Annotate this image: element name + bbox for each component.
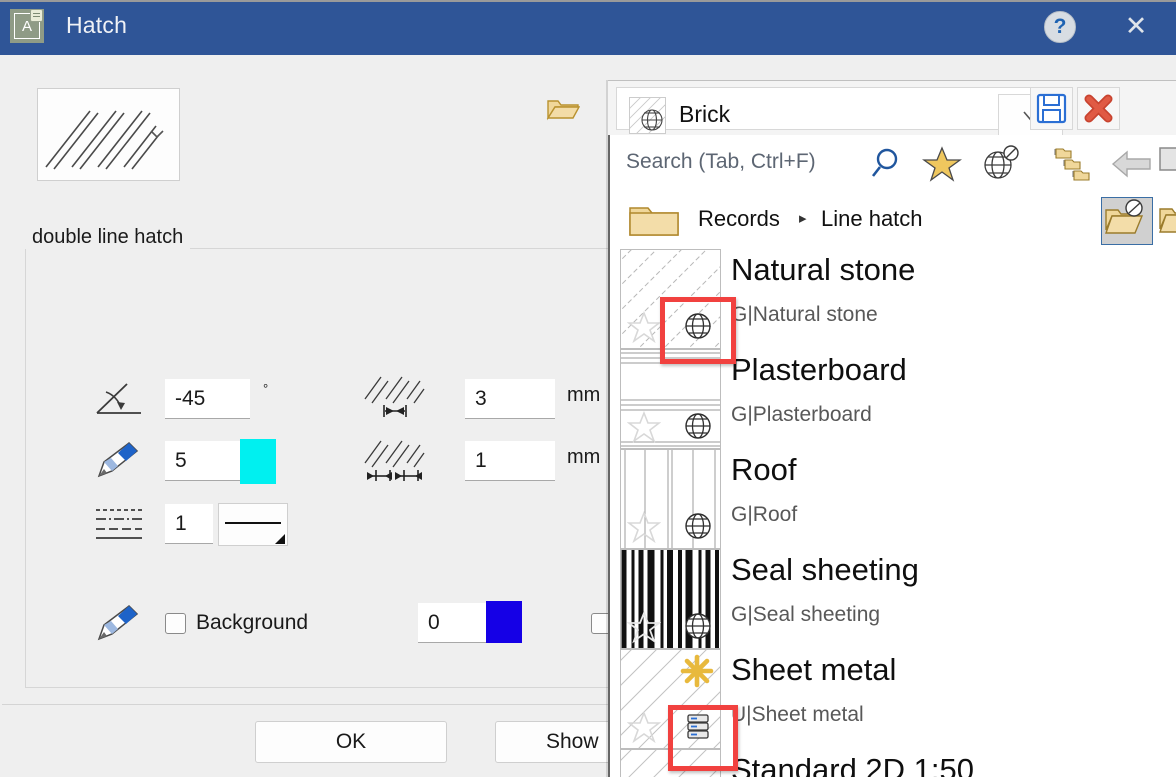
page-title: Hatch xyxy=(66,12,127,39)
search-icon[interactable] xyxy=(868,144,908,182)
record-thumbnail xyxy=(620,749,721,777)
record-thumbnail xyxy=(620,649,721,749)
record-name-field[interactable]: Brick xyxy=(616,87,1062,130)
star-outline-icon xyxy=(627,710,661,744)
record-subtitle: G|Roof xyxy=(731,503,797,527)
save-button[interactable] xyxy=(1030,87,1073,130)
pattern-dropdown-chevron-down-icon[interactable] xyxy=(147,124,167,144)
app-icon-badge xyxy=(30,9,43,22)
records-selector-panel: Brick xyxy=(608,80,1176,777)
window-titlebar: A Hatch ? ✕ xyxy=(0,0,1176,55)
red-x-delete-icon xyxy=(1078,88,1119,129)
angle-unit-label: ° xyxy=(263,381,268,396)
app-document-icon: A xyxy=(10,9,44,43)
breadcrumb-item-records[interactable]: Records xyxy=(698,206,780,232)
record-title: Seal sheeting xyxy=(731,552,919,588)
hatch-offset-icon xyxy=(362,437,432,489)
angle-icon xyxy=(93,378,145,420)
line-style-dropdown[interactable] xyxy=(218,503,288,546)
list-item[interactable]: Natural stone G|Natural stone xyxy=(610,249,1176,349)
favorites-star-icon[interactable] xyxy=(922,144,962,182)
overlay-search-row: Search (Tab, Ctrl+F) xyxy=(608,135,1176,189)
back-button[interactable] xyxy=(1108,144,1156,182)
spacing-unit-label: mm xyxy=(567,384,600,407)
asterisk-new-icon xyxy=(680,654,714,688)
forward-button-cutoff[interactable] xyxy=(1158,144,1176,182)
record-thumbnail xyxy=(620,549,721,649)
record-subtitle: U|Sheet metal xyxy=(731,703,864,727)
list-item[interactable]: Seal sheeting G|Seal sheeting xyxy=(610,549,1176,649)
search-input[interactable]: Search (Tab, Ctrl+F) xyxy=(626,150,816,174)
line-type-number-input[interactable] xyxy=(165,504,213,544)
record-title: Natural stone xyxy=(731,252,915,288)
hatch-spacing-icon xyxy=(362,373,428,425)
spacing-input[interactable] xyxy=(465,379,555,419)
close-icon[interactable]: ✕ xyxy=(1118,11,1154,43)
delete-button[interactable] xyxy=(1077,87,1120,130)
offset-input[interactable] xyxy=(465,441,555,481)
records-list[interactable]: Natural stone G|Natural stone xyxy=(608,249,1176,777)
star-outline-icon xyxy=(627,310,661,344)
floppy-save-icon xyxy=(1031,88,1072,129)
record-thumbnail xyxy=(620,349,721,449)
record-subtitle: G|Plasterboard xyxy=(731,403,872,427)
list-item[interactable]: Standard 2D 1:50 xyxy=(610,749,1176,777)
globe-icon xyxy=(682,410,714,442)
list-item[interactable]: Plasterboard G|Plasterboard xyxy=(610,349,1176,449)
background-checkbox-label: Background xyxy=(196,611,308,635)
record-name-value: Brick xyxy=(679,101,730,128)
local-folder-button[interactable] xyxy=(1158,197,1176,245)
background-checkbox[interactable] xyxy=(165,613,186,634)
pen-icon xyxy=(93,440,145,482)
global-folder-button[interactable] xyxy=(1101,197,1153,245)
record-thumbnail xyxy=(620,449,721,549)
globe-icon xyxy=(682,610,714,642)
line-types-icon xyxy=(93,503,145,545)
help-button[interactable]: ? xyxy=(1044,11,1076,43)
globe-icon xyxy=(682,310,714,342)
background-color-number-input[interactable] xyxy=(418,603,486,643)
breadcrumb-item-line-hatch[interactable]: Line hatch xyxy=(821,206,923,232)
database-stack-icon xyxy=(682,710,714,742)
list-item[interactable]: Sheet metal U|Sheet metal xyxy=(610,649,1176,749)
solid-line-style-icon xyxy=(225,522,281,524)
pen-color-swatch[interactable] xyxy=(240,439,276,484)
star-outline-icon xyxy=(627,410,661,444)
background-color-swatch-fill xyxy=(486,601,522,643)
background-color-swatch[interactable] xyxy=(486,601,522,643)
pen-color-swatch-fill xyxy=(240,439,276,484)
overlay-header: Brick xyxy=(608,80,1176,135)
folder-icon xyxy=(627,202,682,240)
folder-open-yellow-icon xyxy=(1158,197,1176,243)
star-outline-icon xyxy=(627,610,661,644)
globe-slash-icon[interactable] xyxy=(980,144,1020,182)
record-subtitle: G|Natural stone xyxy=(731,303,878,327)
record-title: Sheet metal xyxy=(731,652,896,688)
record-thumbnail xyxy=(620,249,721,349)
dropdown-corner-indicator xyxy=(275,534,285,544)
pen-number-input[interactable] xyxy=(165,441,240,481)
record-title: Standard 2D 1:50 xyxy=(731,752,974,777)
record-subtitle: G|Seal sheeting xyxy=(731,603,880,627)
dialog-footer-separator xyxy=(2,704,608,705)
star-outline-icon xyxy=(627,510,661,544)
offset-unit-label: mm xyxy=(567,446,600,469)
hatch-settings-group-label: double line hatch xyxy=(25,226,190,249)
angle-input[interactable] xyxy=(165,379,250,419)
overlay-breadcrumb-row: Records ▸ Line hatch xyxy=(608,189,1176,249)
background-pen-icon xyxy=(93,603,145,645)
record-title: Plasterboard xyxy=(731,352,907,388)
record-thumbnail-preview xyxy=(629,97,666,134)
breadcrumb-separator: ▸ xyxy=(799,209,807,227)
globe-icon xyxy=(682,510,714,542)
record-title: Roof xyxy=(731,452,796,488)
ok-button[interactable]: OK xyxy=(255,721,447,763)
load-pattern-folder-open-icon[interactable] xyxy=(546,94,580,122)
folder-globe-icon xyxy=(1102,198,1152,244)
list-item[interactable]: Roof G|Roof xyxy=(610,449,1176,549)
folder-hierarchy-icon[interactable] xyxy=(1046,144,1094,182)
